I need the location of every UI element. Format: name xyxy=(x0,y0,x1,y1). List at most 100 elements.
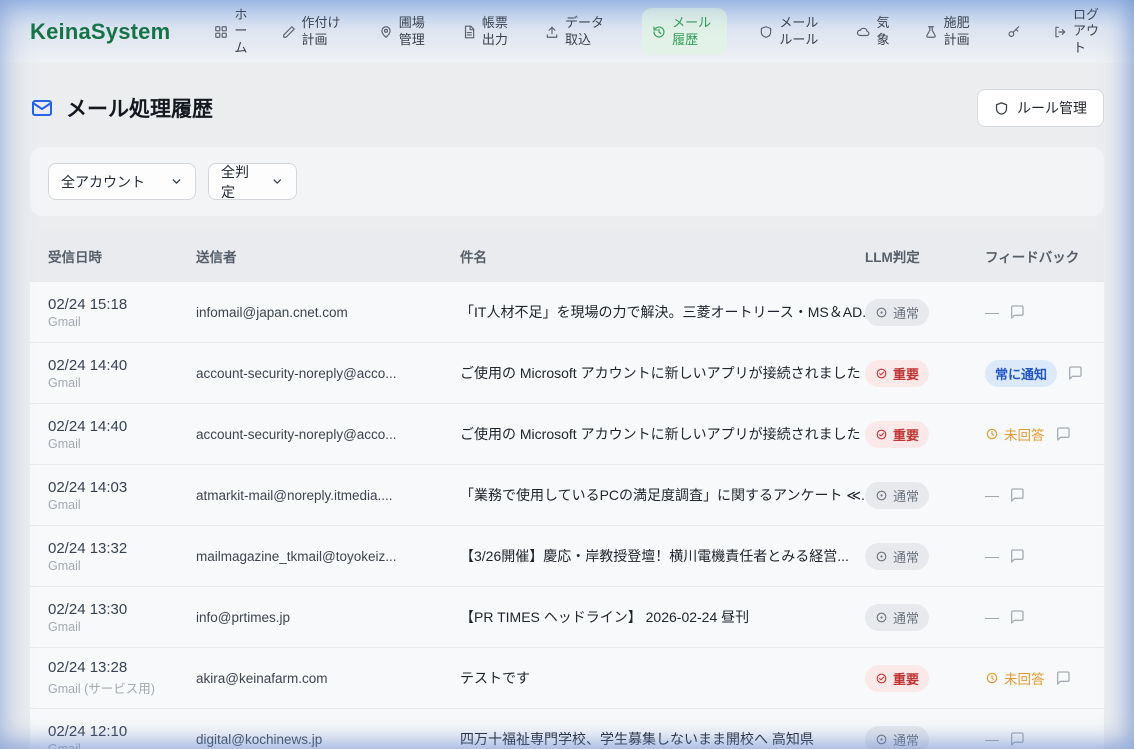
verdict-cell: 通常 xyxy=(865,543,985,570)
llm-verdict-badge: 通常 xyxy=(865,726,929,749)
feedback-always-notify-badge: 常に通知 xyxy=(985,360,1057,387)
llm-verdict-badge: 通常 xyxy=(865,543,929,570)
nav-item-label: データ取込 xyxy=(565,15,610,48)
received-datetime: 02/24 14:40 xyxy=(48,418,196,435)
feedback-cell: 未回答 xyxy=(985,424,1104,444)
verdict-cell: 通常 xyxy=(865,726,985,749)
nav-item-mail-rules[interactable]: メールルール xyxy=(759,15,824,48)
table-row[interactable]: 02/24 13:28 Gmail (サービス用) akira@keinafar… xyxy=(30,647,1104,708)
nav-item-label: ログアウト xyxy=(1073,7,1104,56)
feedback-cell: — xyxy=(985,731,1104,747)
comment-icon[interactable] xyxy=(1055,670,1071,686)
subject-text: 四万十福祉専門学校、学生募集しないまま開校へ 高知県 xyxy=(460,729,865,749)
comment-icon[interactable] xyxy=(1009,304,1025,320)
table-row[interactable]: 02/24 14:40 Gmail account-security-norep… xyxy=(30,342,1104,403)
verdict-filter-select[interactable]: 全判定 xyxy=(208,163,297,200)
nav-item-home[interactable]: ホーム xyxy=(214,7,249,56)
llm-verdict-badge: 通常 xyxy=(865,482,929,509)
sender-email: akira@keinafarm.com xyxy=(196,671,460,686)
sender-email: account-security-noreply@acco... xyxy=(196,427,460,442)
received-cell: 02/24 15:18 Gmail xyxy=(48,296,196,329)
llm-verdict-badge: 通常 xyxy=(865,604,929,631)
nav-item-fertilizer-plan[interactable]: 施肥計画 xyxy=(924,15,975,48)
llm-verdict-badge: 重要 xyxy=(865,665,929,692)
nav-item-data-import[interactable]: データ取込 xyxy=(545,15,610,48)
comment-icon[interactable] xyxy=(1009,487,1025,503)
account-label: Gmail xyxy=(48,498,196,512)
column-header-llm-verdict: LLM判定 xyxy=(865,246,985,266)
rule-manage-button[interactable]: ルール管理 xyxy=(977,89,1104,127)
verdict-cell: 通常 xyxy=(865,299,985,326)
table-row[interactable]: 02/24 14:40 Gmail account-security-norep… xyxy=(30,403,1104,464)
sender-email: atmarkit-mail@noreply.itmedia.... xyxy=(196,488,460,503)
received-datetime: 02/24 13:30 xyxy=(48,601,196,618)
comment-icon[interactable] xyxy=(1009,731,1025,747)
comment-icon[interactable] xyxy=(1055,426,1071,442)
received-cell: 02/24 13:30 Gmail xyxy=(48,601,196,634)
subject-text: ご使用の Microsoft アカウントに新しいアプリが接続されました xyxy=(460,424,865,444)
table-row[interactable]: 02/24 15:18 Gmail infomail@japan.cnet.co… xyxy=(30,281,1104,342)
table-row[interactable]: 02/24 13:32 Gmail mailmagazine_tkmail@to… xyxy=(30,525,1104,586)
sender-email: infomail@japan.cnet.com xyxy=(196,305,460,320)
nav-item-label: メールルール xyxy=(779,15,824,48)
nav-item-key[interactable] xyxy=(1007,25,1021,39)
nav-item-report-output[interactable]: 帳票出力 xyxy=(462,15,513,48)
chevron-down-icon xyxy=(271,175,284,188)
nav-item-label: 施肥計画 xyxy=(944,15,975,48)
comment-icon[interactable] xyxy=(1009,609,1025,625)
received-cell: 02/24 12:10 Gmail xyxy=(48,723,196,749)
feedback-cell: — xyxy=(985,609,1104,625)
rule-manage-label: ルール管理 xyxy=(1017,98,1087,118)
verdict-cell: 通常 xyxy=(865,482,985,509)
nav-item-label: 圃場管理 xyxy=(399,15,430,48)
table-body: 02/24 15:18 Gmail infomail@japan.cnet.co… xyxy=(30,281,1104,749)
received-cell: 02/24 14:40 Gmail xyxy=(48,357,196,390)
sender-email: mailmagazine_tkmail@toyokeiz... xyxy=(196,549,460,564)
llm-verdict-badge: 重要 xyxy=(865,421,929,448)
comment-icon[interactable] xyxy=(1067,365,1083,381)
nav-item-field-management[interactable]: 圃場管理 xyxy=(379,15,430,48)
table-row[interactable]: 02/24 14:03 Gmail atmarkit-mail@noreply.… xyxy=(30,464,1104,525)
nav-item-planting-plan[interactable]: 作付け計画 xyxy=(282,15,347,48)
target-icon xyxy=(875,611,888,624)
comment-icon[interactable] xyxy=(1009,548,1025,564)
received-cell: 02/24 14:40 Gmail xyxy=(48,418,196,451)
nav-item-logout[interactable]: ログアウト xyxy=(1053,7,1104,56)
brand-logo[interactable]: KeinaSystem xyxy=(30,19,170,45)
feedback-cell: 未回答 xyxy=(985,668,1104,688)
top-navigation: KeinaSystem ホーム 作付け計画 圃場管理 帳票出力 データ取込 メール履歴 メー… xyxy=(0,0,1134,63)
feedback-cell: — xyxy=(985,304,1104,320)
received-cell: 02/24 13:28 Gmail (サービス用) xyxy=(48,659,196,697)
nav-item-weather[interactable]: 気象 xyxy=(856,15,891,48)
account-label: Gmail xyxy=(48,559,196,573)
account-label: Gmail xyxy=(48,437,196,451)
subject-text: 【3/26開催】慶応・岸教授登壇！横川電機責任者とみる経営... xyxy=(460,546,865,566)
nav-item-label: メール履歴 xyxy=(672,15,717,48)
page-header: メール処理履歴 ルール管理 xyxy=(30,89,1104,127)
feedback-cell: — xyxy=(985,487,1104,503)
mail-history-table: 受信日時 送信者 件名 LLM判定 フィードバック 02/24 15:18 Gm… xyxy=(30,231,1104,749)
nav-item-label: 作付け計画 xyxy=(302,15,347,48)
clock-icon xyxy=(985,671,999,685)
document-icon xyxy=(462,25,476,39)
account-label: Gmail (サービス用) xyxy=(48,678,196,697)
subject-text: ご使用の Microsoft アカウントに新しいアプリが接続されました xyxy=(460,363,865,383)
column-header-received: 受信日時 xyxy=(48,246,196,266)
table-row[interactable]: 02/24 12:10 Gmail digital@kochinews.jp 四… xyxy=(30,708,1104,749)
column-header-sender: 送信者 xyxy=(196,246,460,266)
llm-verdict-badge: 重要 xyxy=(865,360,929,387)
key-icon xyxy=(1007,25,1021,39)
clock-icon xyxy=(985,427,999,441)
nav-item-label: 気象 xyxy=(876,15,891,48)
nav-item-mail-history[interactable]: メール履歴 xyxy=(642,8,727,55)
nav-item-label: 帳票出力 xyxy=(482,15,513,48)
table-row[interactable]: 02/24 13:30 Gmail info@prtimes.jp 【PR TI… xyxy=(30,586,1104,647)
check-circle-icon xyxy=(875,672,888,685)
no-feedback-dash: — xyxy=(985,304,999,320)
no-feedback-dash: — xyxy=(985,609,999,625)
subject-text: 【PR TIMES ヘッドライン】 2026-02-24 昼刊 xyxy=(460,607,865,627)
verdict-filter-value: 全判定 xyxy=(221,162,261,202)
account-filter-select[interactable]: 全アカウント xyxy=(48,163,196,200)
pencil-icon xyxy=(282,25,296,39)
check-circle-icon xyxy=(875,367,888,380)
